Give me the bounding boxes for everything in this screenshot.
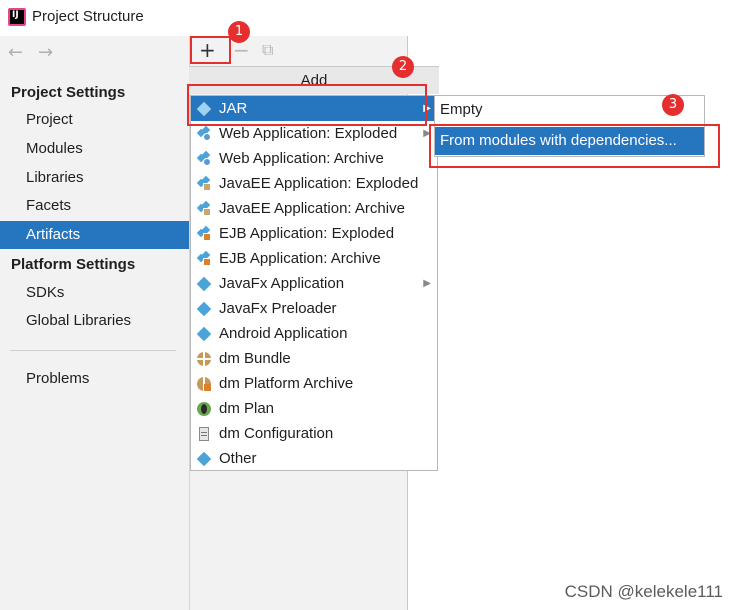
menu-item-label: Web Application: Archive	[219, 150, 384, 167]
arrow-left-icon[interactable]: ←	[8, 42, 23, 63]
menu-item-label: JavaEE Application: Archive	[219, 200, 405, 217]
menu-item-label: dm Bundle	[219, 350, 291, 367]
dm-platform-archive-icon	[197, 377, 211, 391]
menu-item-label: EJB Application: Exploded	[219, 225, 395, 242]
title-bar: Project Structure	[0, 0, 739, 36]
sidebar-item-project[interactable]: Project	[0, 106, 189, 134]
copy-artifact-button[interactable]: ⧉	[262, 40, 273, 60]
file-icon	[197, 427, 211, 441]
menu-item-javafx-preloader[interactable]: JavaFx Preloader	[191, 296, 437, 321]
menu-item-other[interactable]: Other	[191, 446, 437, 471]
project-settings-header: Project Settings	[11, 84, 126, 101]
menu-item-ejb-archive[interactable]: EJB Application: Archive	[191, 246, 437, 271]
annotation-box-3	[429, 124, 720, 168]
sidebar-item-modules[interactable]: Modules	[0, 135, 189, 163]
web-app-icon	[196, 150, 211, 166]
dm-bundle-icon	[197, 352, 211, 366]
sidebar-item-global-libraries[interactable]: Global Libraries	[0, 307, 189, 335]
menu-item-label: JavaFx Application	[219, 275, 345, 292]
sidebar-divider	[10, 350, 176, 351]
window-title: Project Structure	[32, 8, 144, 25]
ejb-app-icon	[196, 225, 211, 241]
menu-item-dm-bundle[interactable]: dm Bundle	[191, 346, 437, 371]
watermark: CSDN @kelekele111	[564, 582, 723, 601]
menu-item-label: Android Application	[219, 325, 348, 342]
menu-item-javaee-archive[interactable]: JavaEE Application: Archive	[191, 196, 437, 221]
dm-plan-icon	[197, 402, 211, 416]
menu-item-label: dm Plan	[219, 400, 275, 417]
menu-item-dm-platform-archive[interactable]: dm Platform Archive	[191, 371, 437, 396]
menu-item-label: dm Configuration	[219, 425, 334, 442]
ejb-app-icon	[196, 250, 211, 266]
menu-item-web-app-archive[interactable]: Web Application: Archive	[191, 146, 437, 171]
menu-item-ejb-exploded[interactable]: EJB Application: Exploded	[191, 221, 437, 246]
menu-item-label: dm Platform Archive	[219, 375, 354, 392]
add-artifact-menu: JAR ▶ Web Application: Exploded ▶ Web Ap…	[190, 95, 438, 471]
sidebar-item-libraries[interactable]: Libraries	[0, 164, 189, 192]
javafx-icon	[196, 276, 212, 292]
annotation-badge-2: 2	[392, 56, 414, 78]
menu-item-label: Other	[219, 450, 257, 467]
sidebar-item-sdks[interactable]: SDKs	[0, 279, 189, 307]
menu-item-javaee-exploded[interactable]: JavaEE Application: Exploded	[191, 171, 437, 196]
menu-item-android-application[interactable]: Android Application	[191, 321, 437, 346]
menu-item-label: Web Application: Exploded	[219, 125, 398, 142]
menu-item-dm-plan[interactable]: dm Plan	[191, 396, 437, 421]
javafx-icon	[196, 301, 212, 317]
annotation-badge-3: 3	[662, 94, 684, 116]
annotation-box-1	[190, 36, 231, 64]
annotation-box-2	[187, 84, 427, 126]
intellij-app-icon	[8, 8, 26, 26]
other-artifact-icon	[196, 451, 212, 467]
javaee-app-icon	[196, 200, 211, 216]
sidebar-item-problems[interactable]: Problems	[0, 365, 189, 393]
submenu-arrow-icon: ▶	[423, 278, 431, 289]
menu-item-label: JavaFx Preloader	[219, 300, 337, 317]
sidebar-item-artifacts[interactable]: Artifacts	[0, 221, 189, 249]
platform-settings-header: Platform Settings	[11, 256, 136, 273]
annotation-badge-1: 1	[228, 21, 250, 43]
sidebar-item-facets[interactable]: Facets	[0, 192, 189, 220]
menu-item-label: JavaEE Application: Exploded	[219, 175, 419, 192]
menu-item-dm-configuration[interactable]: dm Configuration	[191, 421, 437, 446]
android-icon	[196, 326, 212, 342]
menu-item-javafx-application[interactable]: JavaFx Application ▶	[191, 271, 437, 296]
menu-item-label: EJB Application: Archive	[219, 250, 381, 267]
web-app-icon	[196, 125, 211, 141]
arrow-right-icon[interactable]: →	[38, 42, 53, 63]
javaee-app-icon	[196, 175, 211, 191]
